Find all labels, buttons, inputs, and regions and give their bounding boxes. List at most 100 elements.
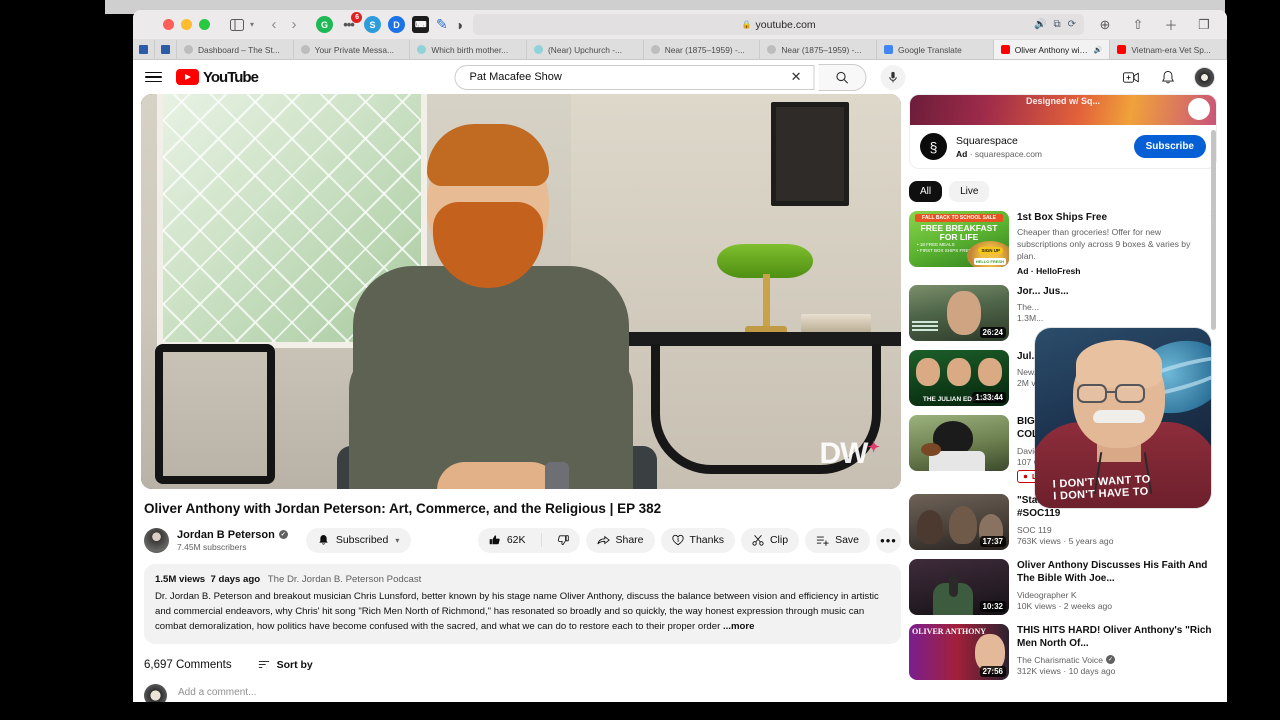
- window-controls[interactable]: [163, 19, 210, 30]
- screen: ▾ ‹ › G ••• 6 S D ⌨ ✎ ◑ 🔒 youtube.com 🔊 ⧉…: [0, 0, 1280, 720]
- close-window-button[interactable]: [163, 19, 174, 30]
- thumbnail[interactable]: OLIVER ANTHONY 27:56: [909, 623, 1009, 680]
- sidebar-ad-card[interactable]: Designed w/ Sq... § Squarespace Ad · squ…: [909, 94, 1217, 169]
- scene-books: [801, 314, 871, 333]
- forward-button[interactable]: ›: [284, 16, 304, 33]
- list-item[interactable]: FALL BACK TO SCHOOL SALE FREE BREAKFAST …: [909, 211, 1217, 276]
- search-box[interactable]: ✕: [454, 64, 815, 90]
- list-item[interactable]: 10:32 Oliver Anthony Discusses His Faith…: [909, 558, 1217, 615]
- hamburger-menu-icon[interactable]: [145, 71, 162, 83]
- thumbnail[interactable]: 26:24: [909, 284, 1009, 341]
- subscribed-button[interactable]: Subscribed ▾: [305, 527, 412, 553]
- channel-name-row[interactable]: Jordan B Peterson ✓: [177, 529, 288, 541]
- tab-vietnam-vet[interactable]: Vietnam-era Vet Sp...: [1110, 40, 1227, 59]
- ad-banner[interactable]: Designed w/ Sq...: [910, 95, 1216, 125]
- chip-all[interactable]: All: [909, 181, 943, 202]
- search-icon: [836, 71, 849, 84]
- maximize-window-button[interactable]: [199, 19, 210, 30]
- share-button[interactable]: Share: [585, 527, 655, 553]
- chevron-down-icon[interactable]: ▾: [250, 20, 254, 29]
- new-tab-icon[interactable]: ＋: [1160, 14, 1182, 36]
- podcast-name: The Dr. Jordan B. Peterson Podcast: [267, 573, 422, 585]
- keyboard-extension-icon[interactable]: ⌨: [412, 16, 430, 33]
- thumbnail[interactable]: [909, 414, 1009, 471]
- tab-dashboard[interactable]: Dashboard – The St...: [177, 40, 294, 59]
- item-channel: Videographer K: [1017, 589, 1077, 600]
- clip-button[interactable]: Clip: [740, 527, 800, 553]
- pen-extension-icon[interactable]: ✎: [436, 16, 448, 33]
- reload-icon[interactable]: ⟳: [1068, 19, 1076, 30]
- tab-label: Near (1875–1959) -...: [664, 44, 745, 55]
- tab-favicon: [417, 45, 427, 54]
- pinned-tab-1[interactable]: [133, 40, 155, 59]
- ad-domain-line: Ad · squarespace.com: [956, 148, 1042, 159]
- toolbar-right-actions: ⊕ ⇧ ＋ ❐: [1094, 14, 1215, 36]
- tab-overview-icon[interactable]: ❐: [1193, 14, 1215, 36]
- close-icon[interactable]: ✕: [783, 69, 810, 85]
- item-channel: The Charismatic Voice: [1017, 654, 1103, 665]
- duration-badge: 26:24: [979, 326, 1006, 338]
- page-title: Oliver Anthony with Jordan Peterson: Art…: [144, 501, 662, 516]
- shield-extension-icon[interactable]: ◑: [455, 17, 463, 33]
- more-extensions-icon[interactable]: ••• 6: [340, 12, 363, 33]
- chip-live[interactable]: Live: [949, 181, 990, 202]
- channel-info[interactable]: Jordan B Peterson ✓ 7.45M subscribers: [177, 529, 288, 552]
- more-actions-button[interactable]: •••: [876, 527, 901, 553]
- thumb-cta: SIGN UP: [978, 247, 1003, 254]
- share-icon[interactable]: ⇧: [1127, 14, 1149, 36]
- browser-window: ▾ ‹ › G ••• 6 S D ⌨ ✎ ◑ 🔒 youtube.com 🔊 ⧉…: [133, 10, 1227, 710]
- tab-near-1875-b[interactable]: Near (1875–1959) -...: [760, 40, 878, 59]
- ad-text: Squarespace Ad · squarespace.com: [956, 135, 1042, 159]
- subscribe-button[interactable]: Subscribe: [1133, 135, 1206, 158]
- like-dislike-group[interactable]: 62K: [477, 527, 580, 553]
- bell-icon: [319, 535, 328, 545]
- tab-near-1875-a[interactable]: Near (1875–1959) -...: [643, 40, 761, 59]
- tab-google-translate[interactable]: Google Translate: [877, 40, 994, 59]
- more-link[interactable]: ...more: [723, 621, 754, 632]
- list-item[interactable]: OLIVER ANTHONY 27:56 THIS HITS HARD! Oli…: [909, 623, 1217, 680]
- sort-comments-button[interactable]: Sort by: [258, 659, 313, 671]
- item-meta: THIS HITS HARD! Oliver Anthony's "Rich M…: [1017, 624, 1217, 680]
- back-button[interactable]: ‹: [264, 16, 284, 33]
- tab-birth-mother[interactable]: Which birth mother...: [410, 40, 528, 59]
- video-player[interactable]: DW✦: [141, 94, 901, 489]
- thumbnail[interactable]: THE JULIAN EDELMAN 1:33:44: [909, 349, 1009, 406]
- tab-upchurch[interactable]: (Near) Upchurch -...: [527, 40, 644, 59]
- scrollbar[interactable]: [1211, 130, 1216, 330]
- skype-extension-icon[interactable]: S: [364, 16, 382, 33]
- grammarly-extension-icon[interactable]: G: [316, 16, 334, 33]
- address-bar[interactable]: 🔒 youtube.com 🔊 ⧉ ⟳: [473, 14, 1084, 35]
- dashlane-extension-icon[interactable]: D: [388, 16, 406, 33]
- webcam-glasses-bridge: [1107, 391, 1115, 393]
- like-button[interactable]: 62K: [478, 528, 535, 553]
- save-button[interactable]: Save: [805, 527, 870, 553]
- picture-in-picture-icon[interactable]: ⧉: [1053, 19, 1060, 30]
- tab-private-message[interactable]: Your Private Messa...: [293, 40, 411, 59]
- scissors-icon: [752, 535, 764, 546]
- tab-audio-icon[interactable]: 🔊: [1094, 46, 1103, 54]
- thumbnail[interactable]: 17:37: [909, 493, 1009, 550]
- voice-search-button[interactable]: [880, 64, 906, 90]
- create-video-icon[interactable]: [1120, 66, 1142, 88]
- thumbs-down-icon: [557, 535, 569, 546]
- channel-avatar[interactable]: [144, 527, 169, 553]
- tab-strip[interactable]: Dashboard – The St... Your Private Messa…: [133, 40, 1227, 60]
- downloads-icon[interactable]: ⊕: [1094, 14, 1116, 36]
- thanks-button[interactable]: $ Thanks: [660, 527, 735, 553]
- bell-icon[interactable]: [1157, 66, 1179, 88]
- search-input[interactable]: [469, 71, 783, 83]
- youtube-logo[interactable]: YouTube: [176, 69, 259, 86]
- thumbnail[interactable]: FALL BACK TO SCHOOL SALE FREE BREAKFAST …: [909, 211, 1009, 267]
- item-channel-row: The Charismatic Voice ✓: [1017, 655, 1217, 665]
- sidebar-toggle-icon[interactable]: [226, 14, 248, 36]
- pinned-tab-2[interactable]: [155, 40, 177, 59]
- audio-playing-icon[interactable]: 🔊: [1034, 19, 1046, 30]
- dislike-button[interactable]: [548, 528, 580, 553]
- search-button[interactable]: [818, 63, 867, 91]
- video-description[interactable]: 1.5M views 7 days ago The Dr. Jordan B. …: [144, 563, 901, 644]
- url-text: youtube.com: [755, 18, 816, 31]
- minimize-window-button[interactable]: [181, 19, 192, 30]
- tab-oliver-anthony[interactable]: Oliver Anthony with... 🔊: [993, 40, 1111, 59]
- avatar[interactable]: [1194, 66, 1215, 88]
- thumbnail[interactable]: 10:32: [909, 558, 1009, 615]
